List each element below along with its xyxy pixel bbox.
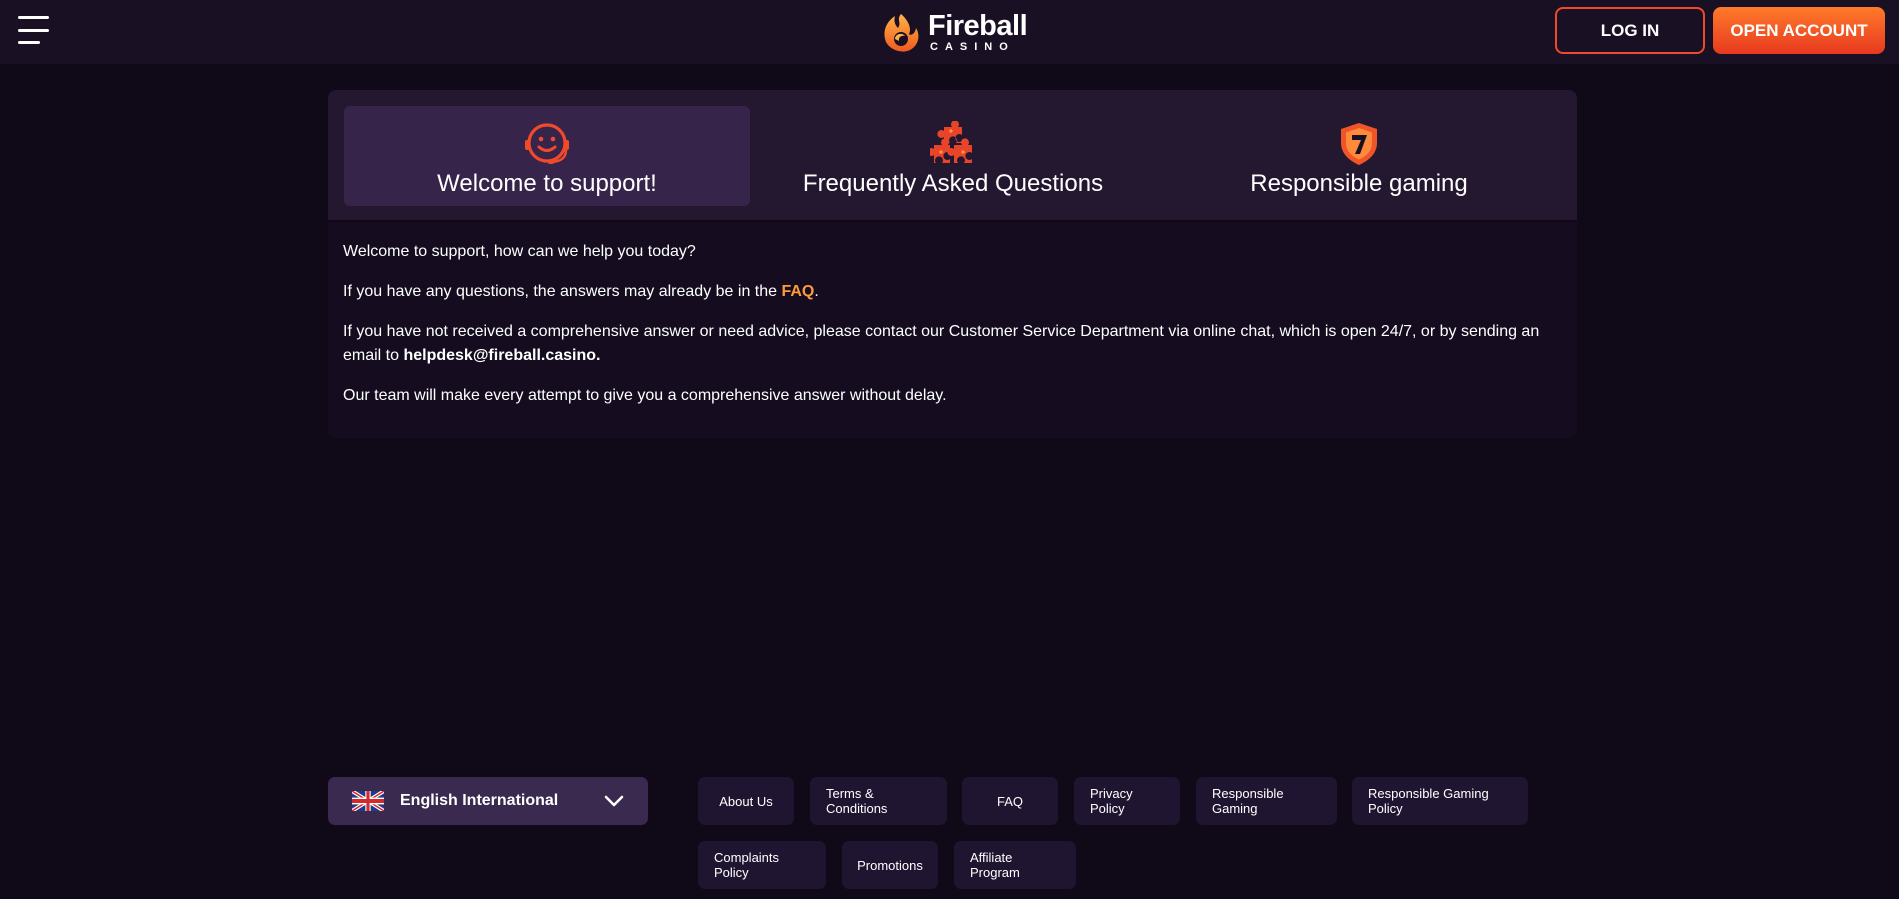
footer-link-responsible-gaming-policy[interactable]: Responsible Gaming Policy xyxy=(1352,777,1528,825)
contact-paragraph: If you have not received a comprehensive… xyxy=(343,320,1563,368)
fireball-casino-logo[interactable]: Fireball CASINO xyxy=(880,10,1030,54)
tab-welcome-label: Welcome to support! xyxy=(437,170,657,197)
footer-link-privacy[interactable]: Privacy Policy xyxy=(1074,777,1180,825)
footer-link-complaints[interactable]: Complaints Policy xyxy=(698,841,826,889)
logo-name: Fireball xyxy=(928,9,1028,42)
tab-responsible-label: Responsible gaming xyxy=(1250,170,1468,197)
shield-seven-icon xyxy=(1341,123,1377,165)
faq-paragraph-end: . xyxy=(814,283,819,300)
logo-subtitle: CASINO xyxy=(930,40,1015,53)
support-panel: Welcome to support! Frequently Asked Que… xyxy=(328,90,1577,438)
faq-paragraph-text: If you have any questions, the answers m… xyxy=(343,283,782,300)
open-account-button[interactable]: OPEN ACCOUNT xyxy=(1713,7,1885,54)
uk-flag-icon xyxy=(352,791,384,811)
footer-link-about-us[interactable]: About Us xyxy=(698,777,794,825)
tab-responsible-gaming[interactable]: Responsible gaming xyxy=(1156,106,1562,206)
chevron-down-icon xyxy=(604,795,624,807)
tab-welcome-support[interactable]: Welcome to support! xyxy=(344,106,750,206)
support-tabs: Welcome to support! Frequently Asked Que… xyxy=(328,90,1577,222)
puzzle-pieces-icon xyxy=(930,121,972,163)
footer-link-terms[interactable]: Terms & Conditions xyxy=(810,777,947,825)
support-content: Welcome to support, how can we help you … xyxy=(343,240,1563,424)
footer-link-faq[interactable]: FAQ xyxy=(962,777,1058,825)
welcome-paragraph: Welcome to support, how can we help you … xyxy=(343,243,696,260)
faq-link[interactable]: FAQ xyxy=(781,283,814,300)
login-button[interactable]: LOG IN xyxy=(1555,7,1705,54)
footer-link-affiliate[interactable]: Affiliate Program xyxy=(954,841,1076,889)
fireball-flame-icon xyxy=(884,14,919,52)
footer-link-responsible-gaming[interactable]: Responsible Gaming xyxy=(1196,777,1337,825)
faq-paragraph: If you have any questions, the answers m… xyxy=(343,280,1563,304)
top-bar: Fireball CASINO LOG IN OPEN ACCOUNT xyxy=(0,0,1899,64)
tab-faq-label: Frequently Asked Questions xyxy=(802,170,1104,197)
team-paragraph: Our team will make every attempt to give… xyxy=(343,387,947,404)
language-label: English International xyxy=(400,792,559,809)
headset-smile-icon xyxy=(525,123,569,164)
hamburger-menu-icon[interactable] xyxy=(18,16,52,44)
tab-faq[interactable]: Frequently Asked Questions xyxy=(750,106,1156,206)
helpdesk-email: helpdesk@fireball.casino. xyxy=(403,347,601,364)
footer-link-promotions[interactable]: Promotions xyxy=(842,841,938,889)
language-selector[interactable]: English International xyxy=(328,777,648,825)
